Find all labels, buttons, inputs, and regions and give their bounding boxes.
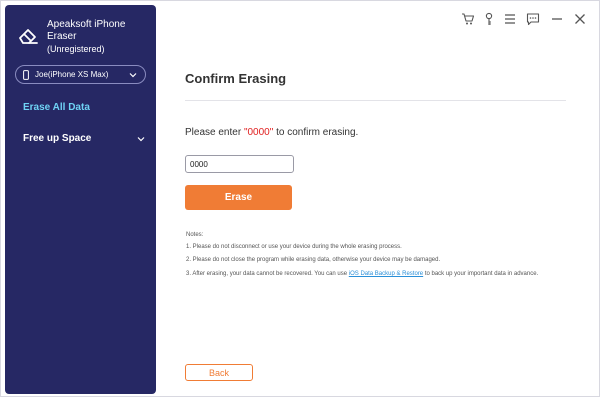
app-title: Apeaksoft iPhone Eraser (Unregistered) xyxy=(47,19,157,55)
note-item: 1. Please do not disconnect or use your … xyxy=(186,244,402,250)
window-toolbar xyxy=(459,12,599,28)
registration-status: (Unregistered) xyxy=(47,44,105,54)
app-header: Apeaksoft iPhone Eraser (Unregistered) xyxy=(17,19,152,59)
back-button[interactable]: Back xyxy=(185,364,253,381)
erase-button[interactable]: Erase xyxy=(185,185,292,210)
app-window: Apeaksoft iPhone Eraser (Unregistered) J… xyxy=(0,0,600,397)
page-title: Confirm Erasing xyxy=(185,71,287,86)
minimize-icon[interactable] xyxy=(550,12,564,26)
sidebar-item-erase-all-data[interactable]: Erase All Data xyxy=(23,100,153,116)
notes-title: Notes: xyxy=(186,232,204,238)
sidebar: Apeaksoft iPhone Eraser (Unregistered) J… xyxy=(5,5,156,394)
device-label: Joe(iPhone XS Max) xyxy=(35,70,109,79)
ios-data-backup-link[interactable]: iOS Data Backup & Restore xyxy=(349,271,423,277)
cart-icon[interactable] xyxy=(461,12,475,26)
eraser-icon xyxy=(19,29,38,44)
prompt-suffix: to confirm erasing. xyxy=(273,127,359,138)
chevron-down-icon xyxy=(137,137,145,142)
phone-icon xyxy=(23,70,29,80)
confirm-code-input[interactable] xyxy=(185,155,294,173)
chevron-down-icon xyxy=(129,73,137,78)
sidebar-item-label: Erase All Data xyxy=(23,102,90,113)
close-icon[interactable] xyxy=(573,12,587,26)
notes-section: Notes: 1. Please do not disconnect or us… xyxy=(186,231,556,277)
device-selector[interactable]: Joe(iPhone XS Max) xyxy=(15,65,146,84)
title-divider xyxy=(185,100,566,101)
sidebar-item-label: Free up Space xyxy=(23,133,92,144)
note-item: 3. After erasing, your data cannot be re… xyxy=(186,270,556,278)
menu-icon[interactable] xyxy=(503,12,517,26)
sidebar-item-free-up-space[interactable]: Free up Space xyxy=(23,131,153,147)
confirm-prompt: Please enter "0000" to confirm erasing. xyxy=(185,127,358,139)
feedback-icon[interactable] xyxy=(526,12,540,26)
key-icon[interactable] xyxy=(482,12,496,26)
app-name-text: Apeaksoft iPhone Eraser xyxy=(47,19,126,42)
confirm-code: "0000" xyxy=(243,127,274,138)
note-item: 2. Please do not close the program while… xyxy=(186,257,441,263)
note3-prefix: 3. After erasing, your data cannot be re… xyxy=(186,271,349,277)
prompt-prefix: Please enter xyxy=(185,127,244,138)
note3-suffix: to back up your important data in advanc… xyxy=(423,271,539,277)
